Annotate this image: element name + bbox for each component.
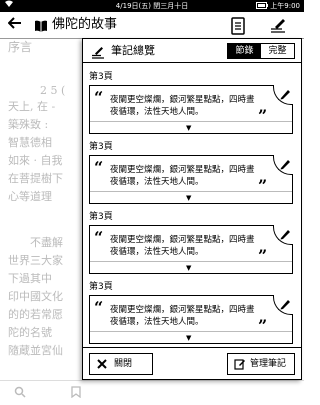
manage-notes-button[interactable]: 管理筆記 <box>227 353 295 375</box>
note-card[interactable]: “ 夜闌更空燦爛，銀河繁星點點，四時晝夜循環，法性天地人間。 ” ▼ <box>89 295 293 344</box>
pencil-icon[interactable] <box>273 295 293 315</box>
reader-line: 序言 <box>8 40 33 54</box>
note-page-label: 第3頁 <box>89 282 113 292</box>
reader-line: 陀的名號 <box>8 326 52 339</box>
reader-line: 如來 · 自我 <box>8 154 63 167</box>
pencil-icon[interactable] <box>273 155 293 175</box>
notes-list[interactable]: 第3頁 “ 夜闌更空燦爛，銀河繁星點點，四時晝夜循環，法性天地人間。 ” ▼ 第… <box>83 65 301 347</box>
reader-line: 印中國文化 <box>8 290 63 303</box>
caret-down-icon[interactable]: ▼ <box>186 124 191 132</box>
note-page-label: 第3頁 <box>89 212 113 222</box>
open-quote-icon: “ <box>94 88 104 107</box>
reader-line: 世界三大家 <box>8 254 63 267</box>
panel-footer: 關閉 管理筆記 <box>83 347 301 379</box>
reader-line: 心等道理 <box>8 190 52 203</box>
status-time: 上午9:00 <box>256 0 300 12</box>
reader-line: 2 5 ( <box>40 84 66 97</box>
caret-down-icon[interactable]: ▼ <box>186 334 191 342</box>
time-text: 上午9:00 <box>270 2 300 10</box>
search-icon[interactable] <box>14 386 26 401</box>
divider <box>90 261 292 262</box>
caret-down-icon[interactable]: ▼ <box>186 194 191 202</box>
reader-line: 不盡解 <box>30 236 63 249</box>
reader-line: 智慧德相 <box>8 136 52 149</box>
reader-line: 天上, 在 - <box>8 100 56 113</box>
book-title: 佛陀的故事 <box>52 17 118 32</box>
pencil-icon[interactable] <box>273 85 293 105</box>
tab-excerpt[interactable]: 節錄 <box>228 44 261 58</box>
manage-notes-label: 管理筆記 <box>250 359 287 369</box>
open-quote-icon: “ <box>94 158 104 177</box>
open-quote-icon: “ <box>94 298 104 317</box>
reader-line: 的的若常愿 <box>8 308 63 321</box>
close-button[interactable]: 關閉 <box>89 353 153 375</box>
notes-pen-icon[interactable] <box>268 16 288 36</box>
note-text: 夜闌更空燦爛，銀河繁星點點，四時晝夜循環，法性天地人間。 <box>110 95 255 117</box>
notes-overview-panel: 筆記總覽 節錄 完整 第3頁 “ 夜闌更空燦爛，銀河繁星點點，四時晝夜循環，法性… <box>82 38 302 380</box>
status-bar: 4/19日(五) 閏三月十日 上午9:00 <box>0 0 304 12</box>
note-text: 夜闌更空燦爛，銀河繁星點點，四時晝夜循環，法性天地人間。 <box>110 165 255 187</box>
toc-icon[interactable] <box>228 16 248 36</box>
tab-full[interactable]: 完整 <box>261 44 294 58</box>
open-quote-icon: “ <box>94 228 104 247</box>
note-text: 夜闌更空燦爛，銀河繁星點點，四時晝夜循環，法性天地人間。 <box>110 305 255 327</box>
bookmark-icon[interactable] <box>70 386 82 401</box>
reader-toolbar <box>0 380 304 405</box>
note-page-label: 第3頁 <box>89 142 113 152</box>
pencil-icon[interactable] <box>273 225 293 245</box>
divider <box>90 191 292 192</box>
note-card[interactable]: “ 夜闌更空燦爛，銀河繁星點點，四時晝夜循環，法性天地人間。 ” ▼ <box>89 155 293 204</box>
note-card[interactable]: “ 夜闌更空燦爛，銀河繁星點點，四時晝夜循環，法性天地人間。 ” ▼ <box>89 225 293 274</box>
note-page-label: 第3頁 <box>89 72 113 82</box>
x-icon <box>96 358 108 370</box>
view-mode-toggle: 節錄 完整 <box>227 43 295 59</box>
caret-down-icon[interactable]: ▼ <box>186 264 191 272</box>
panel-header: 筆記總覽 節錄 完整 <box>83 39 301 63</box>
reader-line: 隨蔵並宮仙 <box>8 344 63 357</box>
divider <box>90 121 292 122</box>
back-arrow-icon[interactable] <box>6 16 24 34</box>
reader-line: 下過其中 <box>8 272 52 285</box>
notes-pen-icon <box>91 44 105 59</box>
reader-line: 築殊致 : <box>8 118 49 131</box>
note-card[interactable]: “ 夜闌更空燦爛，銀河繁星點點，四時晝夜循環，法性天地人間。 ” ▼ <box>89 85 293 134</box>
book-icon <box>34 18 48 32</box>
divider <box>90 331 292 332</box>
close-button-label: 關閉 <box>114 359 133 369</box>
battery-icon <box>256 2 269 9</box>
panel-title: 筆記總覽 <box>111 44 155 57</box>
title-bar: 佛陀的故事 <box>0 12 304 39</box>
reader-line: 在菩提樹下 <box>8 172 63 185</box>
note-text: 夜闌更空燦爛，銀河繁星點點，四時晝夜循環，法性天地人間。 <box>110 235 255 257</box>
edit-note-icon <box>234 358 246 370</box>
